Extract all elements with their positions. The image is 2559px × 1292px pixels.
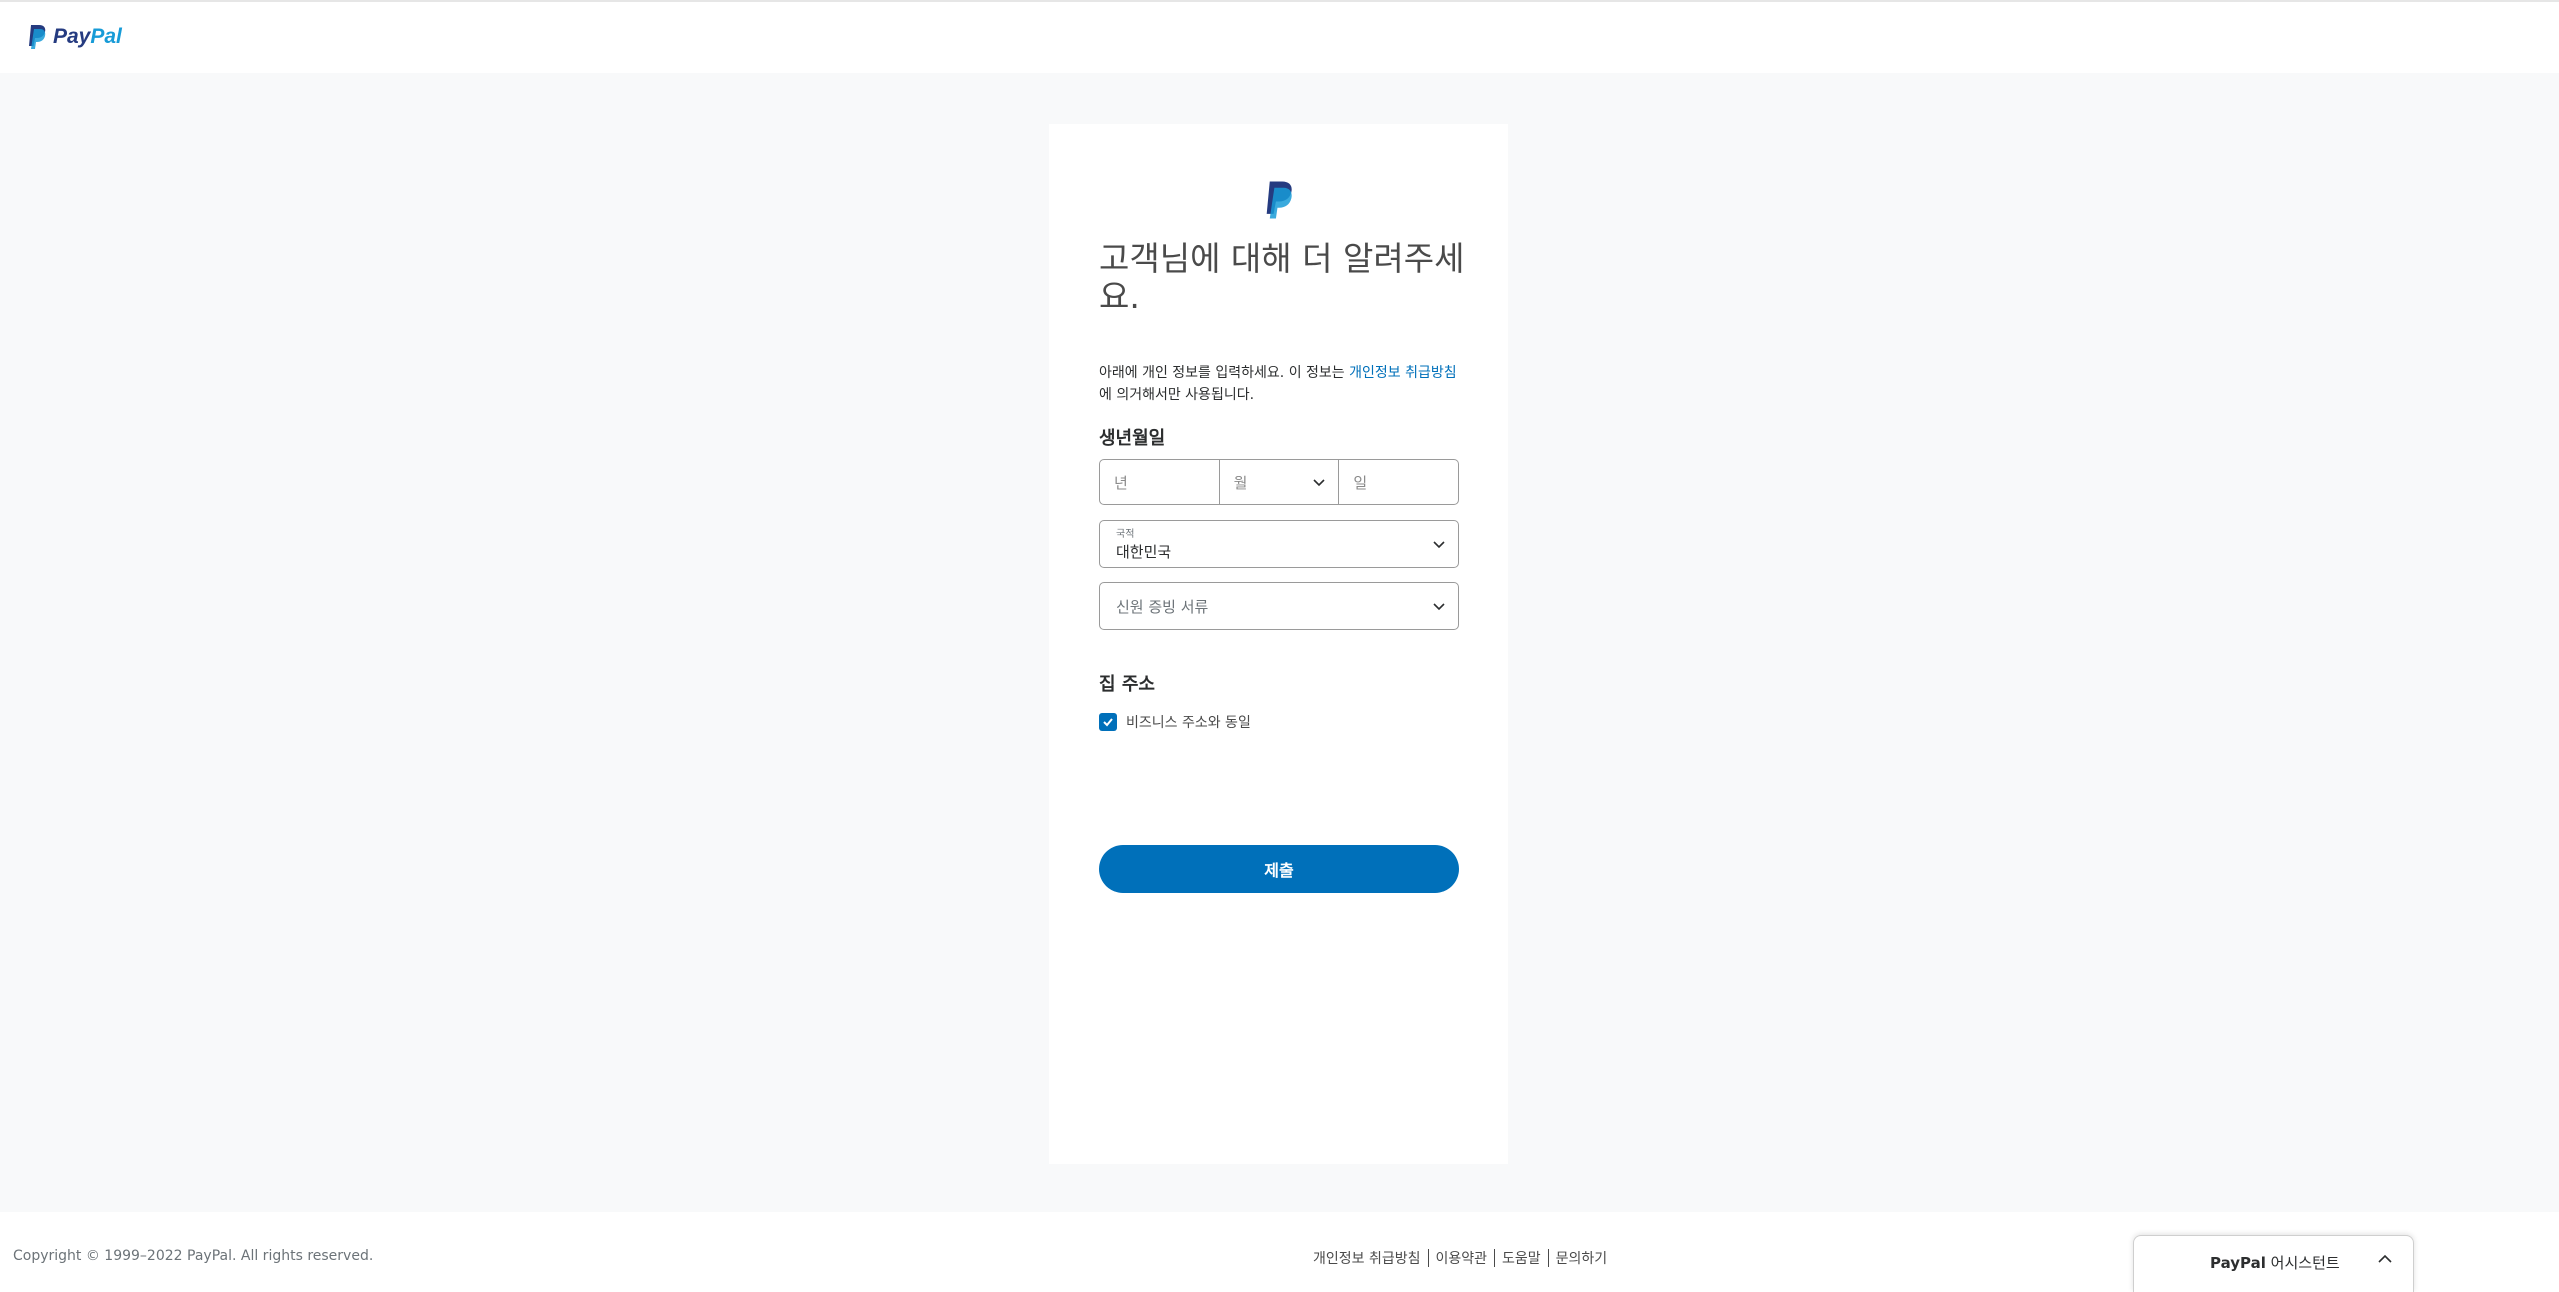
footer-divider [1547, 1249, 1549, 1267]
paypal-logo-icon [29, 25, 46, 49]
chevron-down-icon [1433, 603, 1445, 611]
footer-divider [1427, 1249, 1429, 1267]
privacy-description: 아래에 개인 정보를 입력하세요. 이 정보는 개인정보 취급방침에 의거해서만… [1099, 362, 1469, 406]
dob-year-input[interactable]: 년 [1099, 459, 1220, 505]
copyright-text: Copyright © 1999–2022 PayPal. All rights… [13, 1248, 374, 1264]
dob-label: 생년월일 [1099, 428, 1166, 449]
paypal-logo[interactable]: PayPal [27, 24, 122, 50]
check-icon [1103, 718, 1113, 727]
top-header: PayPal [0, 2, 2559, 73]
same-as-business-row: 비즈니스 주소와 동일 [1099, 712, 1251, 732]
chevron-down-icon [1433, 541, 1445, 549]
assistant-label: PayPal 어시스턴트 [2210, 1252, 2340, 1273]
desc-text-before: 아래에 개인 정보를 입력하세요. 이 정보는 [1099, 365, 1350, 381]
paypal-logo-icon [1266, 181, 1292, 219]
nationality-label: 국적 [1116, 529, 1135, 540]
assistant-brand: PayPal [2210, 1254, 2266, 1272]
page-title: 고객님에 대해 더 알려주세요. [1099, 239, 1465, 316]
footer-divider [1494, 1249, 1496, 1267]
chevron-down-icon [1313, 479, 1325, 487]
form-card: 고객님에 대해 더 알려주세요. 아래에 개인 정보를 입력하세요. 이 정보는… [1049, 124, 1508, 1164]
dob-month-select[interactable]: 월 [1219, 459, 1340, 505]
id-document-select[interactable]: 신원 증빙 서류 [1099, 582, 1459, 630]
footer-link-help[interactable]: 도움말 [1502, 1248, 1541, 1268]
paypal-assistant-toggle[interactable]: PayPal 어시스턴트 [2133, 1235, 2414, 1292]
same-as-business-label: 비즈니스 주소와 동일 [1126, 715, 1251, 731]
submit-button[interactable]: 제출 [1099, 845, 1459, 893]
dob-year-placeholder: 년 [1114, 473, 1128, 492]
dob-group: 년 월 일 [1099, 459, 1460, 505]
dob-day-input[interactable]: 일 [1339, 459, 1460, 505]
footer-link-privacy[interactable]: 개인정보 취급방침 [1313, 1248, 1421, 1268]
assistant-text: 어시스턴트 [2270, 1254, 2340, 1272]
wordmark-pay: Pay [53, 25, 91, 48]
nationality-select[interactable]: 국적 대한민국 [1099, 520, 1459, 568]
chevron-up-icon [2378, 1254, 2392, 1263]
footer-link-contact[interactable]: 문의하기 [1556, 1248, 1608, 1268]
id-document-placeholder: 신원 증빙 서류 [1116, 598, 1209, 616]
dob-month-placeholder: 월 [1233, 473, 1248, 492]
dob-day-placeholder: 일 [1353, 473, 1368, 492]
nationality-value: 대한민국 [1116, 543, 1172, 561]
footer-link-terms[interactable]: 이용약관 [1436, 1248, 1488, 1268]
same-as-business-checkbox[interactable] [1099, 713, 1117, 731]
paypal-wordmark: PayPal [53, 25, 122, 49]
desc-text-after: 에 의거해서만 사용됩니다. [1099, 387, 1255, 403]
home-address-label: 집 주소 [1099, 674, 1155, 695]
footer-links: 개인정보 취급방침 이용약관 도움말 문의하기 [1313, 1248, 1607, 1268]
privacy-policy-link[interactable]: 개인정보 취급방침 [1349, 365, 1457, 381]
wordmark-pal: Pal [90, 25, 122, 48]
